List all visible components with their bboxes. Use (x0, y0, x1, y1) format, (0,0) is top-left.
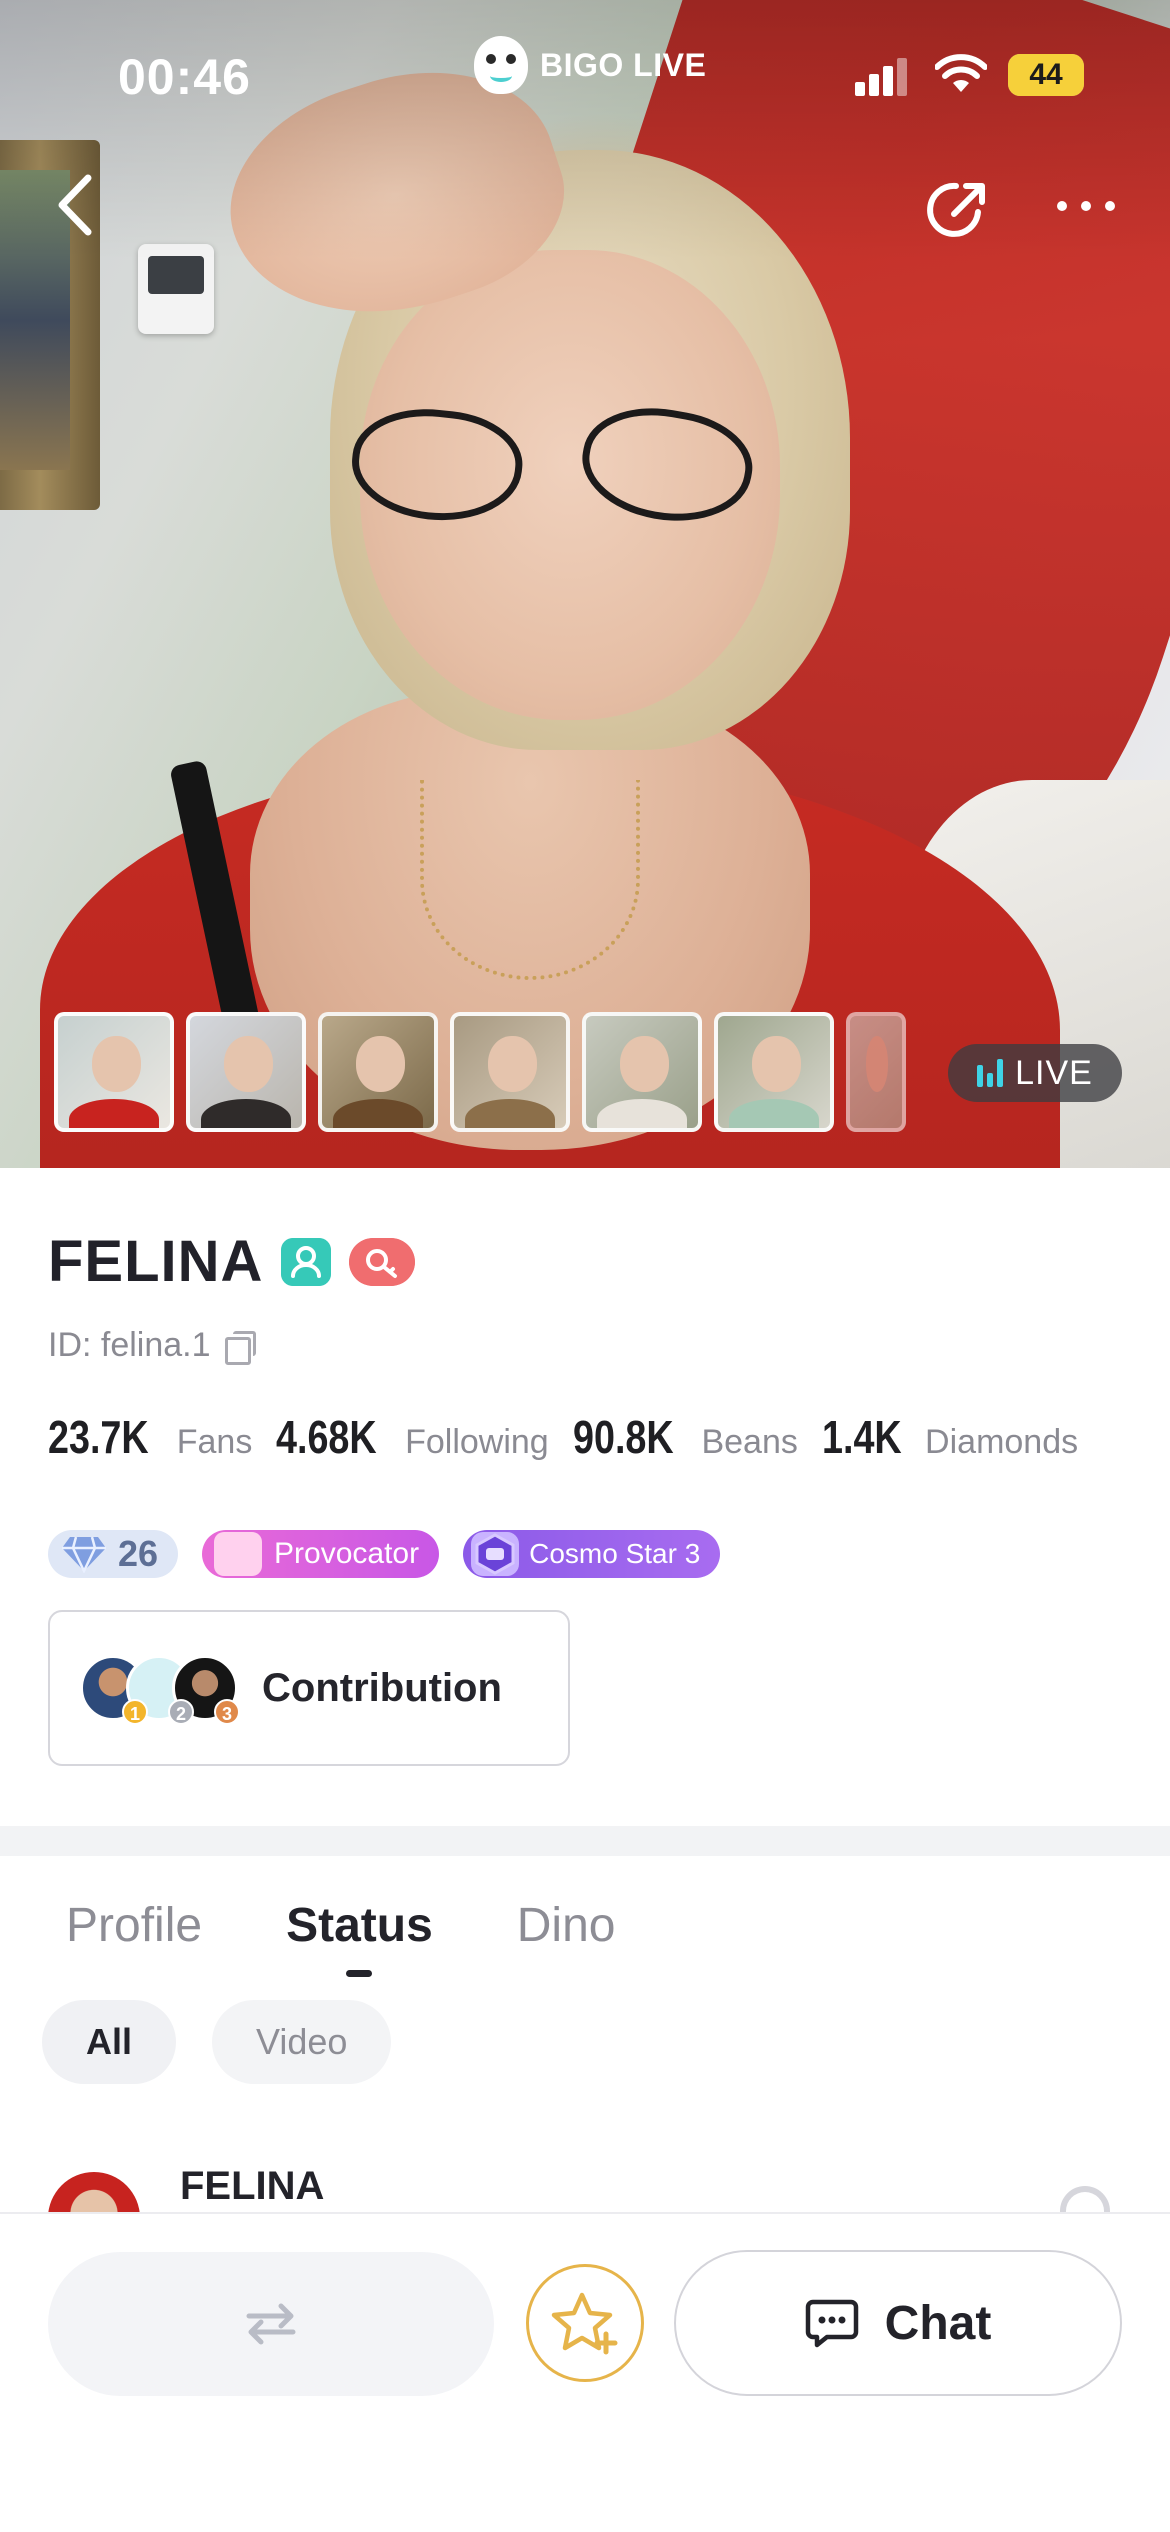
diamond-icon (62, 1536, 106, 1573)
beans-count[interactable]: 90.8K (573, 1410, 674, 1464)
photo-thumbnail[interactable] (54, 1012, 174, 1132)
beans-label[interactable]: Beans (701, 1423, 797, 1462)
post-more-icon[interactable] (1060, 2186, 1110, 2212)
profile-stats: 23.7K Fans 4.68K Following 90.8K Beans 1… (48, 1410, 1086, 1464)
top-contributors: 1 2 3 (80, 1651, 256, 1725)
bottom-action-bar: Chat (0, 2212, 1170, 2532)
photo-thumbnail[interactable] (450, 1012, 570, 1132)
live-label: LIVE (1015, 1053, 1093, 1092)
bigo-logo-icon (474, 36, 528, 94)
cosmo-star-medal[interactable]: Cosmo Star 3 (463, 1530, 721, 1578)
status-post-header[interactable]: FELINA (0, 2150, 1170, 2212)
star-plus-icon (551, 2292, 618, 2355)
battery-indicator: 44 (1008, 54, 1084, 96)
following-count[interactable]: 4.68K (276, 1410, 377, 1464)
live-bars-icon (977, 1059, 1004, 1087)
rank-badge: 3 (214, 1699, 240, 1725)
brand-text: BIGO LIVE (540, 46, 707, 83)
share-icon[interactable] (926, 176, 992, 242)
tab-status[interactable]: Status (286, 1898, 433, 1977)
fans-label[interactable]: Fans (177, 1423, 253, 1462)
level-number: 26 (118, 1533, 159, 1574)
following-label[interactable]: Following (405, 1423, 549, 1462)
more-icon[interactable] (1054, 196, 1118, 216)
fans-count[interactable]: 23.7K (48, 1410, 149, 1464)
app-brand: BIGO LIVE (474, 36, 706, 94)
photo-thumbnail[interactable] (714, 1012, 834, 1132)
follow-swap-button[interactable] (48, 2252, 494, 2396)
status-time: 00:46 (118, 49, 251, 105)
status-filters: All Video (42, 2000, 392, 2084)
copy-icon[interactable] (224, 1330, 256, 1365)
profile-name: FELINA (48, 1229, 264, 1294)
photo-thumbnail[interactable] (846, 1012, 906, 1132)
level-badge[interactable]: 26 (48, 1530, 179, 1578)
wifi-icon (935, 54, 987, 92)
photo-thumbnail[interactable] (582, 1012, 702, 1132)
filter-all[interactable]: All (42, 2000, 177, 2084)
section-divider (0, 1826, 1170, 1856)
photo-thumbnail[interactable] (318, 1012, 438, 1132)
contribution-button[interactable]: 1 2 3 Contribution (48, 1610, 570, 1766)
verified-user-badge-icon[interactable] (281, 1237, 332, 1286)
post-author-avatar[interactable] (48, 2172, 140, 2212)
cosmo-star-label: Cosmo Star 3 (529, 1538, 701, 1569)
rank-badge: 2 (168, 1699, 194, 1725)
profile-hero-photo[interactable]: 00:46 BIGO LIVE 44 LIVE (0, 0, 1170, 1168)
chat-label: Chat (884, 2296, 992, 2350)
battery-level: 44 (1008, 54, 1084, 96)
back-arrow-icon[interactable] (48, 170, 108, 240)
provocator-icon (214, 1532, 263, 1576)
diamonds-label[interactable]: Diamonds (925, 1423, 1078, 1462)
cosmo-star-icon (471, 1532, 520, 1576)
tab-dino[interactable]: Dino (517, 1898, 616, 1953)
user-id-line: ID: felina.1 (48, 1326, 256, 1365)
chat-bubble-icon (805, 2299, 858, 2348)
profile-tabs: Profile Status Dino (66, 1898, 616, 1977)
provocator-medal[interactable]: Provocator (202, 1530, 440, 1578)
provocator-label: Provocator (274, 1537, 420, 1570)
key-badge-icon[interactable] (349, 1237, 416, 1286)
photo-thumbnail-strip[interactable] (54, 1012, 906, 1132)
medal-row: 26 Provocator Cosmo Star 3 (48, 1530, 721, 1578)
diamonds-count[interactable]: 1.4K (822, 1410, 902, 1464)
chat-button[interactable]: Chat (674, 2250, 1122, 2396)
photo-necklace (420, 780, 640, 980)
favorite-button[interactable] (526, 2264, 644, 2382)
post-author-name[interactable]: FELINA (180, 2164, 324, 2209)
photo-thumbnail[interactable] (186, 1012, 306, 1132)
filter-video[interactable]: Video (212, 2000, 392, 2084)
rank-badge: 1 (122, 1699, 148, 1725)
tab-profile[interactable]: Profile (66, 1898, 202, 1953)
user-id: ID: felina.1 (48, 1326, 211, 1364)
contribution-label: Contribution (262, 1665, 502, 1710)
profile-name-row: FELINA (48, 1228, 416, 1295)
cell-signal-icon (855, 56, 907, 96)
swap-icon (246, 2303, 296, 2345)
live-button[interactable]: LIVE (948, 1044, 1122, 1102)
